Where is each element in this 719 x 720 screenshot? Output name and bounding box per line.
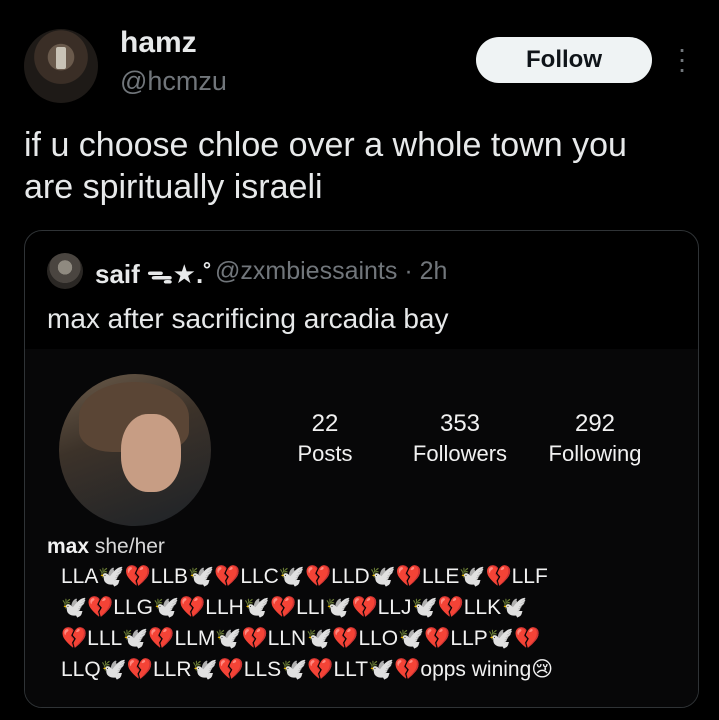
bio-line: LLQ🕊️💔LLR🕊️💔LLS🕊️💔LLT🕊️💔opps wining😢 — [61, 658, 554, 681]
bio-pronouns: she/her — [94, 535, 165, 558]
bio-line: 🕊️💔LLG🕊️💔LLH🕊️💔LLI🕊️💔LLJ🕊️💔LLK🕊️ — [61, 596, 528, 619]
stat-label: Posts — [297, 441, 353, 466]
bio-line: LLA🕊️💔LLB🕊️💔LLC🕊️💔LLD🕊️💔LLE🕊️💔LLF — [61, 565, 548, 588]
post-text-line: are spiritually israeli — [24, 168, 323, 206]
post-text-line: if u choose chloe over a whole town you — [24, 126, 627, 164]
follow-button[interactable]: Follow — [476, 37, 652, 83]
author-avatar[interactable] — [24, 29, 98, 103]
stat-label: Following — [548, 441, 642, 466]
stat-following: 292 Following — [540, 409, 650, 469]
quoted-author-handle-time: @zxmbiessaints · 2h — [215, 257, 448, 285]
bio-name: max she/her — [47, 535, 165, 559]
author-handle[interactable]: @hcmzu — [120, 66, 227, 97]
more-vertical-icon[interactable]: · · · — [672, 35, 692, 83]
stat-label: Followers — [412, 441, 508, 466]
quoted-post-image[interactable]: 22 Posts 353 Followers 292 Following max… — [25, 349, 698, 707]
bio-text: LLA🕊️💔LLB🕊️💔LLC🕊️💔LLD🕊️💔LLE🕊️💔LLF 🕊️💔LLG… — [61, 561, 681, 685]
author-display-name[interactable]: hamz — [120, 26, 197, 60]
quoted-author-display-name: saif ᯓ★.˚ — [95, 259, 212, 289]
profile-picture — [59, 374, 211, 526]
bio-username: max — [47, 535, 90, 558]
stat-followers: 353 Followers — [405, 409, 515, 469]
stat-value: 292 — [574, 410, 616, 437]
stat-value: 22 — [311, 410, 339, 437]
stat-value: 353 — [439, 410, 481, 437]
post-text: if u choose chloe over a whole town you … — [24, 124, 714, 208]
quoted-post-card[interactable]: saif ᯓ★.˚ @zxmbiessaints · 2h max after … — [24, 230, 699, 708]
quoted-post-text: max after sacrificing arcadia bay — [47, 303, 449, 334]
stat-posts: 22 Posts — [295, 409, 355, 469]
quoted-author-avatar — [47, 253, 83, 289]
bio-line: 💔LLL🕊️💔LLM🕊️💔LLN🕊️💔LLO🕊️💔LLP🕊️💔 — [61, 627, 541, 650]
